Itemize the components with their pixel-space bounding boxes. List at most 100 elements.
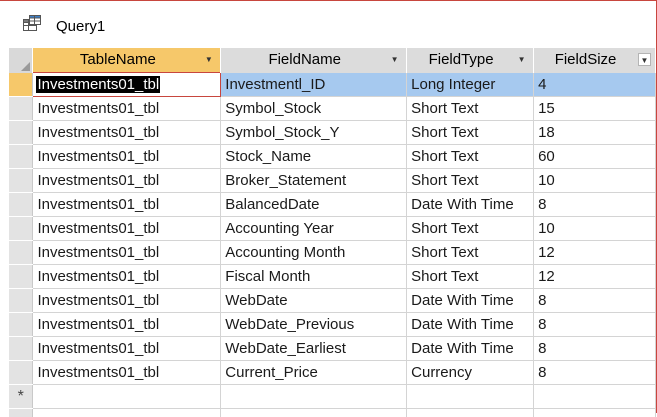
table-row[interactable]: Investments01_tbl Symbol_Stock_Y Short T… <box>9 120 656 145</box>
table-cell[interactable]: 18 <box>533 120 656 145</box>
table-cell[interactable]: 15 <box>533 96 656 121</box>
table-cell[interactable]: Accounting Year <box>220 216 408 241</box>
table-row[interactable]: Investments01_tbl WebDate_Earliest Date … <box>9 336 656 361</box>
table-row[interactable]: Investments01_tbl Symbol_Stock Short Tex… <box>9 96 656 121</box>
table-cell[interactable]: WebDate <box>220 288 408 313</box>
table-cell[interactable]: 10 <box>533 168 656 193</box>
select-all-triangle-icon <box>21 61 31 71</box>
table-cell[interactable]: Short Text <box>406 240 535 265</box>
record-selector[interactable] <box>9 360 34 385</box>
chevron-down-icon[interactable]: ▼ <box>202 53 215 66</box>
record-selector[interactable] <box>9 216 34 241</box>
table-cell[interactable]: Symbol_Stock_Y <box>220 120 408 145</box>
table-row[interactable]: Investments01_tbl Broker_Statement Short… <box>9 168 656 193</box>
query-window: Query1 TableName ▼ FieldName ▼ FieldType… <box>0 0 657 417</box>
table-row[interactable]: Investments01_tbl Accounting Month Short… <box>9 240 656 265</box>
record-selector[interactable] <box>9 72 34 97</box>
table-row[interactable]: Investments01_tbl Current_Price Currency… <box>9 360 656 385</box>
table-cell[interactable]: Investments01_tbl <box>32 288 222 313</box>
table-cell[interactable]: Investments01_tbl <box>32 144 222 169</box>
record-selector[interactable] <box>9 336 34 361</box>
table-cell[interactable]: WebDate_Previous <box>220 312 408 337</box>
table-cell[interactable]: Long Integer <box>406 72 535 97</box>
record-selector[interactable] <box>9 96 34 121</box>
datasheet-grid: TableName ▼ FieldName ▼ FieldType ▼ Fiel… <box>9 48 656 417</box>
table-cell[interactable]: Investments01_tbl <box>32 360 222 385</box>
table-cell[interactable]: Investments01_tbl <box>32 216 222 241</box>
table-cell[interactable]: Short Text <box>406 96 535 121</box>
table-cell[interactable]: 8 <box>533 312 656 337</box>
table-cell[interactable]: Short Text <box>406 216 535 241</box>
new-record-icon[interactable]: * <box>9 384 34 409</box>
table-row[interactable]: Investments01_tbl Fiscal Month Short Tex… <box>9 264 656 289</box>
record-selector[interactable] <box>9 312 34 337</box>
table-cell[interactable]: 8 <box>533 192 656 217</box>
table-cell[interactable]: Investments01_tbl <box>32 312 222 337</box>
table-cell[interactable]: Investmentl_ID <box>220 72 408 97</box>
table-cell[interactable]: Date With Time <box>406 312 535 337</box>
record-selector[interactable] <box>9 288 34 313</box>
header-row: TableName ▼ FieldName ▼ FieldType ▼ Fiel… <box>9 48 656 73</box>
record-selector[interactable] <box>9 240 34 265</box>
column-header-fieldtype[interactable]: FieldType ▼ <box>406 48 535 73</box>
table-cell[interactable]: Investments01_tbl <box>32 240 222 265</box>
table-cell[interactable]: Date With Time <box>406 192 535 217</box>
table-cell[interactable]: Investments01_tbl <box>32 96 222 121</box>
table-cell[interactable]: Accounting Month <box>220 240 408 265</box>
table-cell[interactable]: Currency <box>406 360 535 385</box>
table-cell[interactable]: 4 <box>533 72 656 97</box>
table-row[interactable]: Investments01_tbl Accounting Year Short … <box>9 216 656 241</box>
table-cell[interactable]: Short Text <box>406 264 535 289</box>
chevron-down-icon[interactable]: ▼ <box>638 53 651 66</box>
table-cell[interactable]: Short Text <box>406 144 535 169</box>
table-cell[interactable]: 60 <box>533 144 656 169</box>
record-selector[interactable] <box>9 192 34 217</box>
table-cell[interactable]: 8 <box>533 288 656 313</box>
table-cell[interactable]: 10 <box>533 216 656 241</box>
table-cell[interactable] <box>406 384 535 409</box>
table-cell[interactable]: 8 <box>533 360 656 385</box>
table-cell[interactable] <box>533 384 656 409</box>
table-cell[interactable]: Broker_Statement <box>220 168 408 193</box>
table-cell[interactable]: Current_Price <box>220 360 408 385</box>
table-cell[interactable] <box>220 384 408 409</box>
table-cell[interactable]: Symbol_Stock <box>220 96 408 121</box>
table-cell[interactable]: Investments01_tbl <box>32 120 222 145</box>
table-cell[interactable]: Date With Time <box>406 336 535 361</box>
column-header-tablename[interactable]: TableName ▼ <box>32 48 222 73</box>
table-cell[interactable]: Stock_Name <box>220 144 408 169</box>
table-row[interactable]: Investments01_tbl WebDate Date With Time… <box>9 288 656 313</box>
table-row[interactable]: Investments01_tbl Investmentl_ID Long In… <box>9 72 656 97</box>
table-cell[interactable]: Investments01_tbl <box>32 336 222 361</box>
tab-title[interactable]: Query1 <box>56 18 105 36</box>
table-cell[interactable]: Date With Time <box>406 288 535 313</box>
chevron-down-icon[interactable]: ▼ <box>515 53 528 66</box>
record-selector[interactable] <box>9 120 34 145</box>
table-cell[interactable]: Investments01_tbl <box>32 72 222 97</box>
table-cell[interactable]: Investments01_tbl <box>32 192 222 217</box>
select-all-button[interactable] <box>9 48 34 73</box>
table-cell[interactable]: Short Text <box>406 120 535 145</box>
column-header-fieldname[interactable]: FieldName ▼ <box>220 48 408 73</box>
table-cell[interactable]: 12 <box>533 264 656 289</box>
table-cell[interactable] <box>32 384 222 409</box>
table-cell[interactable]: Short Text <box>406 168 535 193</box>
new-record-row[interactable]: * <box>9 384 656 409</box>
table-cell[interactable]: BalancedDate <box>220 192 408 217</box>
table-cell[interactable]: Investments01_tbl <box>32 168 222 193</box>
query-datasheet-icon <box>23 15 41 31</box>
table-row[interactable]: Investments01_tbl WebDate_Previous Date … <box>9 312 656 337</box>
table-cell[interactable]: Investments01_tbl <box>32 264 222 289</box>
table-cell[interactable]: 12 <box>533 240 656 265</box>
record-selector[interactable] <box>9 264 34 289</box>
column-header-fieldsize[interactable]: FieldSize ▼ <box>533 48 656 73</box>
table-row[interactable]: Investments01_tbl BalancedDate Date With… <box>9 192 656 217</box>
table-row[interactable]: Investments01_tbl Stock_Name Short Text … <box>9 144 656 169</box>
table-cell[interactable]: 8 <box>533 336 656 361</box>
record-selector[interactable] <box>9 168 34 193</box>
chevron-down-icon[interactable]: ▼ <box>388 53 401 66</box>
document-tab-bar: Query1 <box>0 1 656 45</box>
record-selector[interactable] <box>9 144 34 169</box>
table-cell[interactable]: WebDate_Earliest <box>220 336 408 361</box>
table-cell[interactable]: Fiscal Month <box>220 264 408 289</box>
